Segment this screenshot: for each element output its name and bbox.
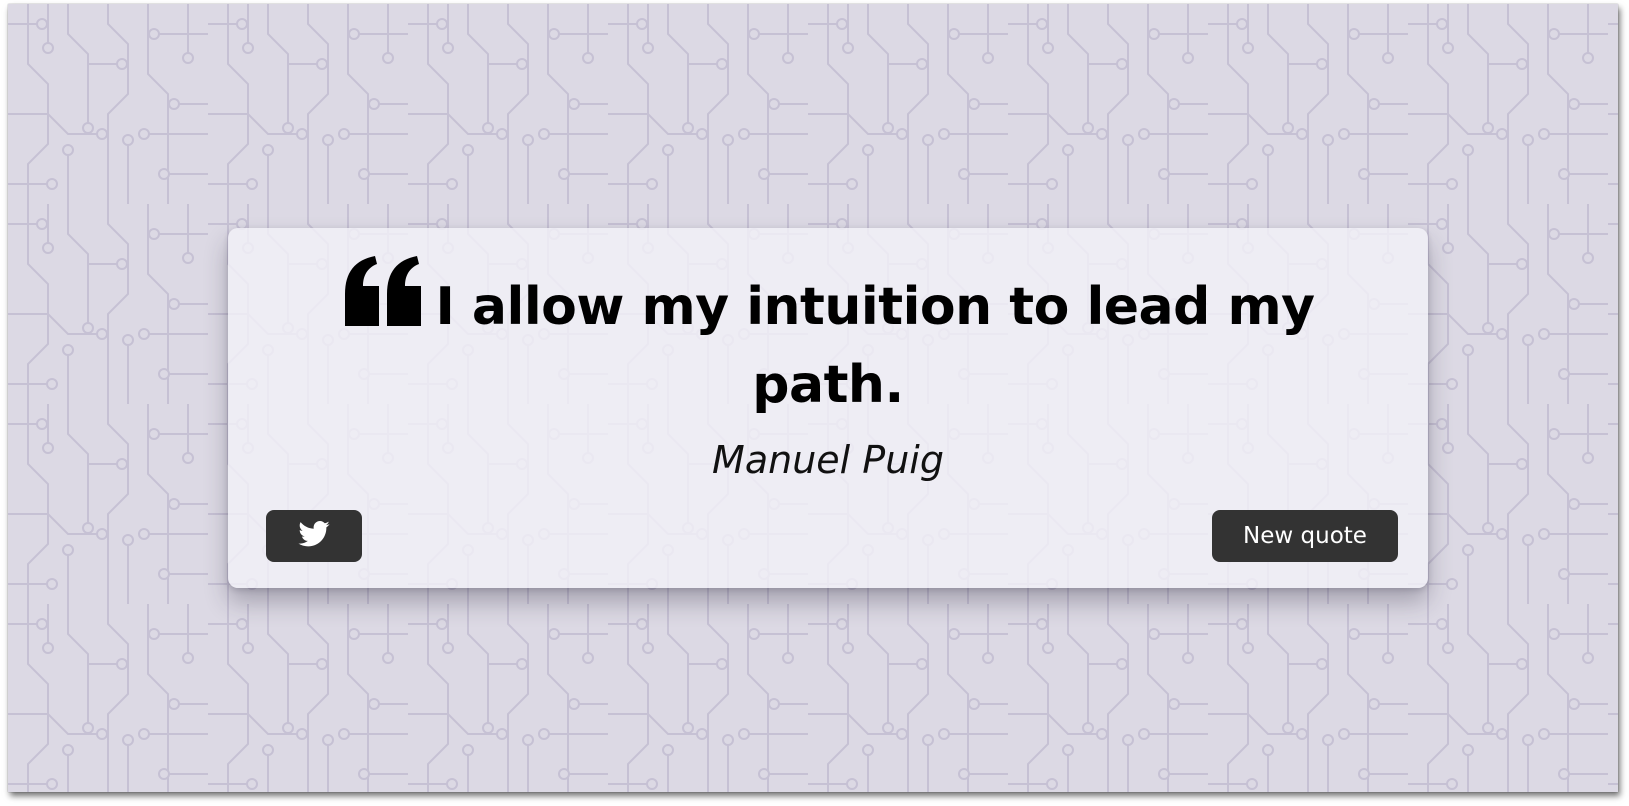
page-frame: I allow my intuition to lead my path. Ma… — [8, 4, 1618, 792]
twitter-icon — [298, 521, 330, 551]
new-quote-button[interactable]: New quote — [1212, 510, 1398, 562]
quote-card: I allow my intuition to lead my path. Ma… — [228, 228, 1428, 588]
quote-mark-icon — [341, 254, 425, 349]
tweet-button[interactable] — [266, 510, 362, 562]
quote-text-block: I allow my intuition to lead my path. — [308, 254, 1348, 421]
quote-author: Manuel Puig — [712, 438, 944, 482]
quote-text: I allow my intuition to lead my path. — [435, 277, 1315, 415]
